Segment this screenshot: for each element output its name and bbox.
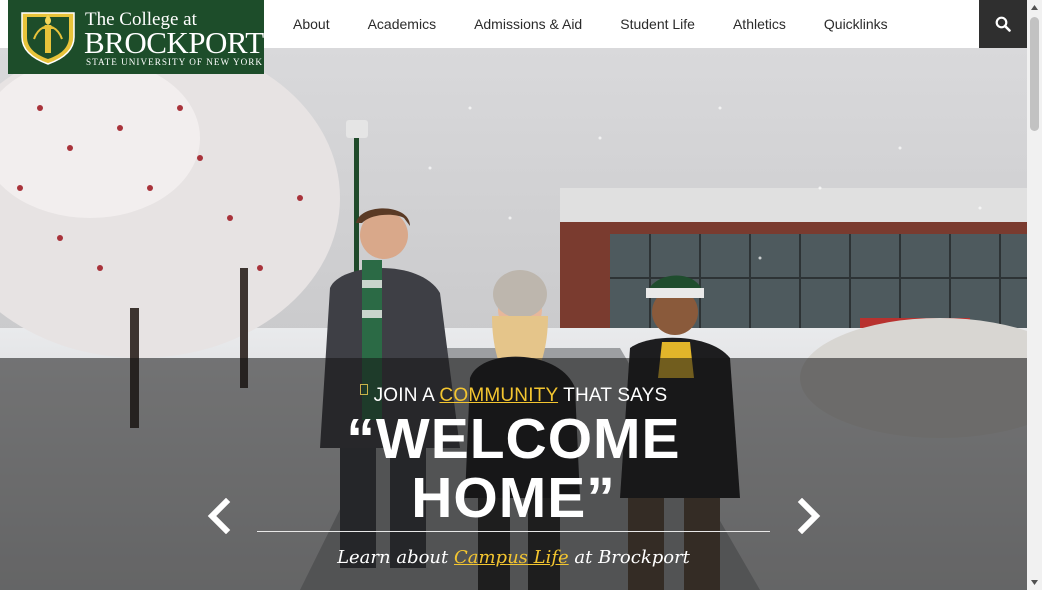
- headline-line-2: HOME”: [411, 466, 616, 530]
- kicker-text-before: JOIN A: [373, 385, 440, 406]
- nav-quicklinks[interactable]: Quicklinks: [805, 0, 907, 48]
- scroll-up-arrow-icon[interactable]: [1030, 3, 1039, 12]
- nav-athletics[interactable]: Athletics: [714, 0, 805, 48]
- carousel-next-button[interactable]: [794, 497, 824, 535]
- logo-line-3: State University of New York: [86, 57, 263, 67]
- subline-text-after: at Brockport: [568, 547, 690, 568]
- college-seal-icon: [21, 12, 75, 65]
- nav-student-life[interactable]: Student Life: [601, 0, 714, 48]
- scroll-down-arrow-icon[interactable]: [1030, 578, 1039, 587]
- hero-subline: Learn about Campus Life at Brockport: [0, 547, 1027, 568]
- college-logo[interactable]: The College at BROCKPORT State Universit…: [8, 0, 264, 74]
- chevron-left-icon: [207, 497, 231, 535]
- page-scrollbar[interactable]: [1027, 0, 1042, 590]
- scrollbar-thumb[interactable]: [1030, 17, 1039, 131]
- nav-about[interactable]: About: [274, 0, 349, 48]
- kicker-text-after: THAT SAYS: [558, 385, 668, 406]
- search-button[interactable]: [979, 0, 1027, 48]
- chevron-right-icon: [797, 497, 821, 535]
- hero-divider: [257, 531, 770, 532]
- subline-text-before: Learn about: [337, 547, 454, 568]
- main-navigation: About Academics Admissions & Aid Student…: [274, 0, 907, 48]
- community-link[interactable]: COMMUNITY: [439, 385, 558, 406]
- carousel-prev-button[interactable]: [204, 497, 234, 535]
- nav-admissions-aid[interactable]: Admissions & Aid: [455, 0, 601, 48]
- search-icon: [995, 16, 1011, 32]
- hero-banner: JOIN A COMMUNITY THAT SAYS “WELCOME HOME…: [0, 48, 1027, 590]
- bookmark-icon: [359, 384, 368, 395]
- hero-kicker: JOIN A COMMUNITY THAT SAYS: [0, 384, 1027, 407]
- logo-line-2: BROCKPORT: [84, 25, 264, 60]
- nav-academics[interactable]: Academics: [349, 0, 455, 48]
- headline-line-1: “WELCOME: [346, 407, 681, 471]
- hero-headline: “WELCOME HOME”: [0, 410, 1027, 528]
- campus-life-link[interactable]: Campus Life: [454, 547, 569, 568]
